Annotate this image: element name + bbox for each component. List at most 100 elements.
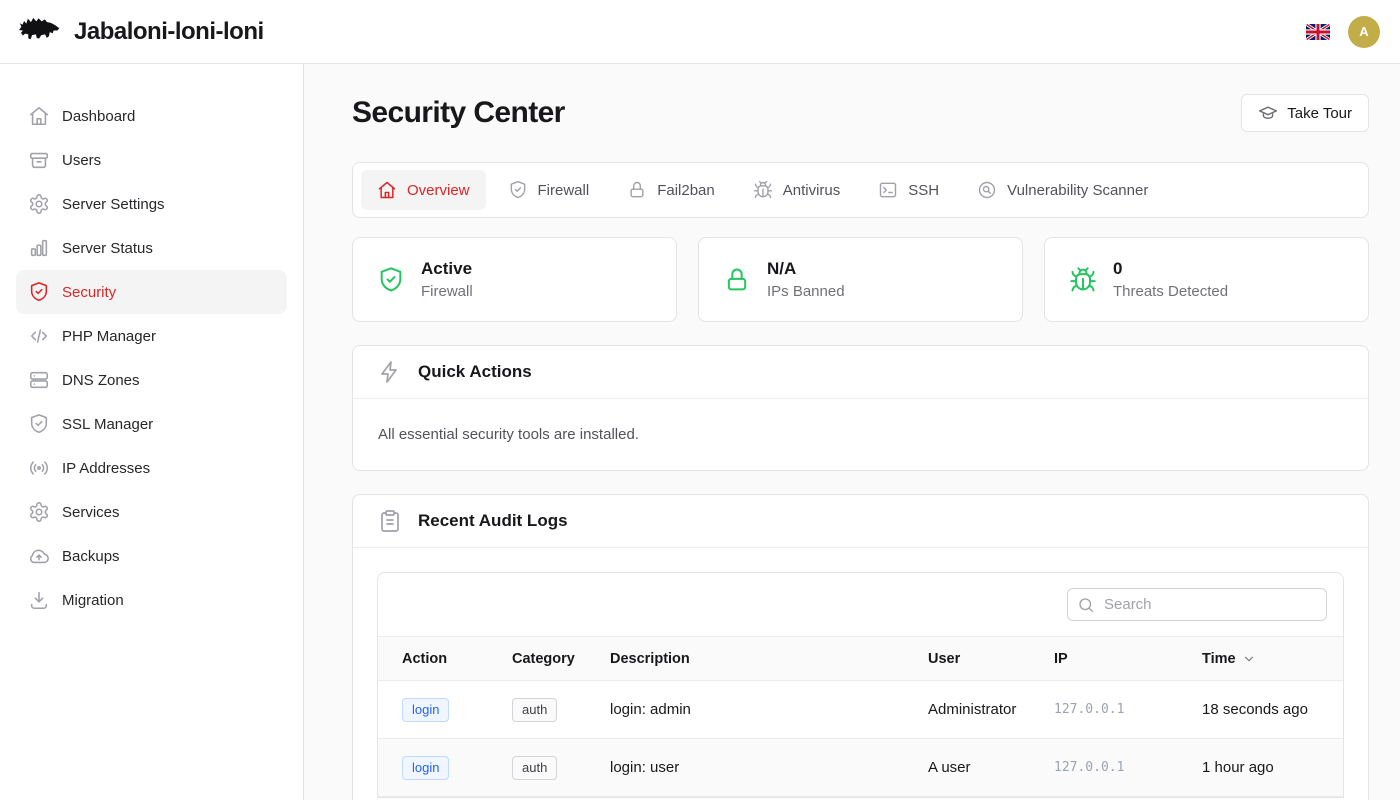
threats-detected-card: 0 Threats Detected bbox=[1044, 237, 1369, 322]
tab-label: SSH bbox=[908, 182, 939, 199]
column-header-category: Category bbox=[488, 637, 586, 681]
sidebar-item-server-settings[interactable]: Server Settings bbox=[16, 182, 287, 226]
cloud-upload-icon bbox=[28, 545, 50, 567]
category-badge: auth bbox=[512, 698, 557, 722]
sidebar-item-label: Services bbox=[62, 504, 120, 521]
boar-logo-icon bbox=[16, 12, 62, 51]
graduation-cap-icon bbox=[1258, 103, 1278, 123]
sidebar-item-label: Backups bbox=[62, 548, 120, 565]
stat-label: IPs Banned bbox=[767, 281, 845, 302]
broadcast-icon bbox=[28, 457, 50, 479]
sidebar-item-security[interactable]: Security bbox=[16, 270, 287, 314]
sidebar-nav: Dashboard Users Server Settings Server S… bbox=[0, 64, 304, 800]
clipboard-icon bbox=[378, 509, 402, 533]
stat-value: Active bbox=[421, 257, 473, 281]
sidebar-item-dns-zones[interactable]: DNS Zones bbox=[16, 358, 287, 402]
shield-check-icon bbox=[377, 266, 405, 294]
top-bar: Jabaloni-loni-loni A bbox=[0, 0, 1400, 64]
sidebar-item-label: IP Addresses bbox=[62, 460, 150, 477]
main-content: Security Center Take Tour Overview Firew… bbox=[304, 64, 1400, 800]
shield-check-icon bbox=[28, 281, 50, 303]
gear-icon bbox=[28, 501, 50, 523]
action-badge: login bbox=[402, 756, 449, 780]
tab-antivirus[interactable]: Antivirus bbox=[737, 170, 857, 210]
take-tour-button[interactable]: Take Tour bbox=[1241, 94, 1369, 132]
table-header-row: Action Category Description User IP Time bbox=[378, 637, 1344, 681]
bug-icon bbox=[753, 180, 773, 200]
stat-label: Threats Detected bbox=[1113, 281, 1228, 302]
server-stack-icon bbox=[28, 369, 50, 391]
firewall-status-card: Active Firewall bbox=[352, 237, 677, 322]
status-cards-row: Active Firewall N/A IPs Banned 0 Threats… bbox=[352, 237, 1369, 322]
brand-title: Jabaloni-loni-loni bbox=[74, 18, 264, 46]
sidebar-item-services[interactable]: Services bbox=[16, 490, 287, 534]
table-row: login auth login: admin Administrator 12… bbox=[378, 681, 1344, 739]
action-badge: login bbox=[402, 698, 449, 722]
tab-label: Overview bbox=[407, 182, 470, 199]
sidebar-item-server-status[interactable]: Server Status bbox=[16, 226, 287, 270]
search-input[interactable] bbox=[1067, 588, 1327, 621]
sidebar-item-ssl-manager[interactable]: SSL Manager bbox=[16, 402, 287, 446]
stat-label: Firewall bbox=[421, 281, 473, 302]
sidebar-item-dashboard[interactable]: Dashboard bbox=[16, 94, 287, 138]
column-header-description: Description bbox=[586, 637, 904, 681]
ip-cell: 127.0.0.1 bbox=[1030, 681, 1178, 739]
sidebar-item-migration[interactable]: Migration bbox=[16, 578, 287, 622]
tab-firewall[interactable]: Firewall bbox=[492, 170, 606, 210]
brand-home-link[interactable]: Jabaloni-loni-loni bbox=[16, 12, 264, 51]
quick-actions-title: Quick Actions bbox=[418, 362, 532, 382]
user-cell: A user bbox=[904, 739, 1030, 797]
ips-banned-card: N/A IPs Banned bbox=[698, 237, 1023, 322]
sidebar-item-label: Security bbox=[62, 284, 116, 301]
archive-box-icon bbox=[28, 149, 50, 171]
sidebar-item-php-manager[interactable]: PHP Manager bbox=[16, 314, 287, 358]
stat-value: N/A bbox=[767, 257, 845, 281]
lock-icon bbox=[627, 180, 647, 200]
column-header-time[interactable]: Time bbox=[1178, 637, 1344, 681]
stat-value: 0 bbox=[1113, 257, 1228, 281]
home-icon bbox=[377, 180, 397, 200]
bug-icon bbox=[1069, 266, 1097, 294]
tab-fail2ban[interactable]: Fail2ban bbox=[611, 170, 731, 210]
shield-check-icon bbox=[508, 180, 528, 200]
bar-chart-icon bbox=[28, 237, 50, 259]
user-cell: Administrator bbox=[904, 681, 1030, 739]
sidebar-item-backups[interactable]: Backups bbox=[16, 534, 287, 578]
download-icon bbox=[28, 589, 50, 611]
tab-label: Fail2ban bbox=[657, 182, 715, 199]
tab-ssh[interactable]: SSH bbox=[862, 170, 955, 210]
time-cell: 1 hour ago bbox=[1178, 739, 1344, 797]
quick-actions-message: All essential security tools are install… bbox=[353, 399, 1368, 470]
security-tabs: Overview Firewall Fail2ban Antivirus SSH… bbox=[352, 162, 1369, 218]
column-header-ip: IP bbox=[1030, 637, 1178, 681]
time-cell: 18 seconds ago bbox=[1178, 681, 1344, 739]
user-avatar[interactable]: A bbox=[1348, 16, 1380, 48]
take-tour-label: Take Tour bbox=[1287, 105, 1352, 122]
code-icon bbox=[28, 325, 50, 347]
sidebar-item-label: SSL Manager bbox=[62, 416, 153, 433]
quick-actions-card: Quick Actions All essential security too… bbox=[352, 345, 1369, 471]
search-circle-icon bbox=[977, 180, 997, 200]
top-bar-right: A bbox=[1306, 16, 1380, 48]
sidebar-item-users[interactable]: Users bbox=[16, 138, 287, 182]
sidebar-item-label: PHP Manager bbox=[62, 328, 156, 345]
description-cell: login: user bbox=[586, 739, 904, 797]
tab-label: Firewall bbox=[538, 182, 590, 199]
tab-overview[interactable]: Overview bbox=[361, 170, 486, 210]
chevron-down-icon bbox=[1242, 652, 1256, 666]
search-icon bbox=[1077, 596, 1095, 614]
sidebar-item-label: Dashboard bbox=[62, 108, 135, 125]
sidebar-item-label: Server Settings bbox=[62, 196, 165, 213]
audit-logs-table: Action Category Description User IP Time bbox=[377, 572, 1344, 798]
language-flag-uk-icon[interactable] bbox=[1306, 24, 1330, 40]
page-title: Security Center bbox=[352, 94, 565, 132]
sidebar-item-ip-addresses[interactable]: IP Addresses bbox=[16, 446, 287, 490]
ip-cell: 127.0.0.1 bbox=[1030, 739, 1178, 797]
tab-label: Antivirus bbox=[783, 182, 841, 199]
sidebar-item-label: Server Status bbox=[62, 240, 153, 257]
table-row: login auth login: user A user 127.0.0.1 … bbox=[378, 739, 1344, 797]
tab-vulnerability-scanner[interactable]: Vulnerability Scanner bbox=[961, 170, 1164, 210]
terminal-icon bbox=[878, 180, 898, 200]
sidebar-item-label: DNS Zones bbox=[62, 372, 140, 389]
category-badge: auth bbox=[512, 756, 557, 780]
